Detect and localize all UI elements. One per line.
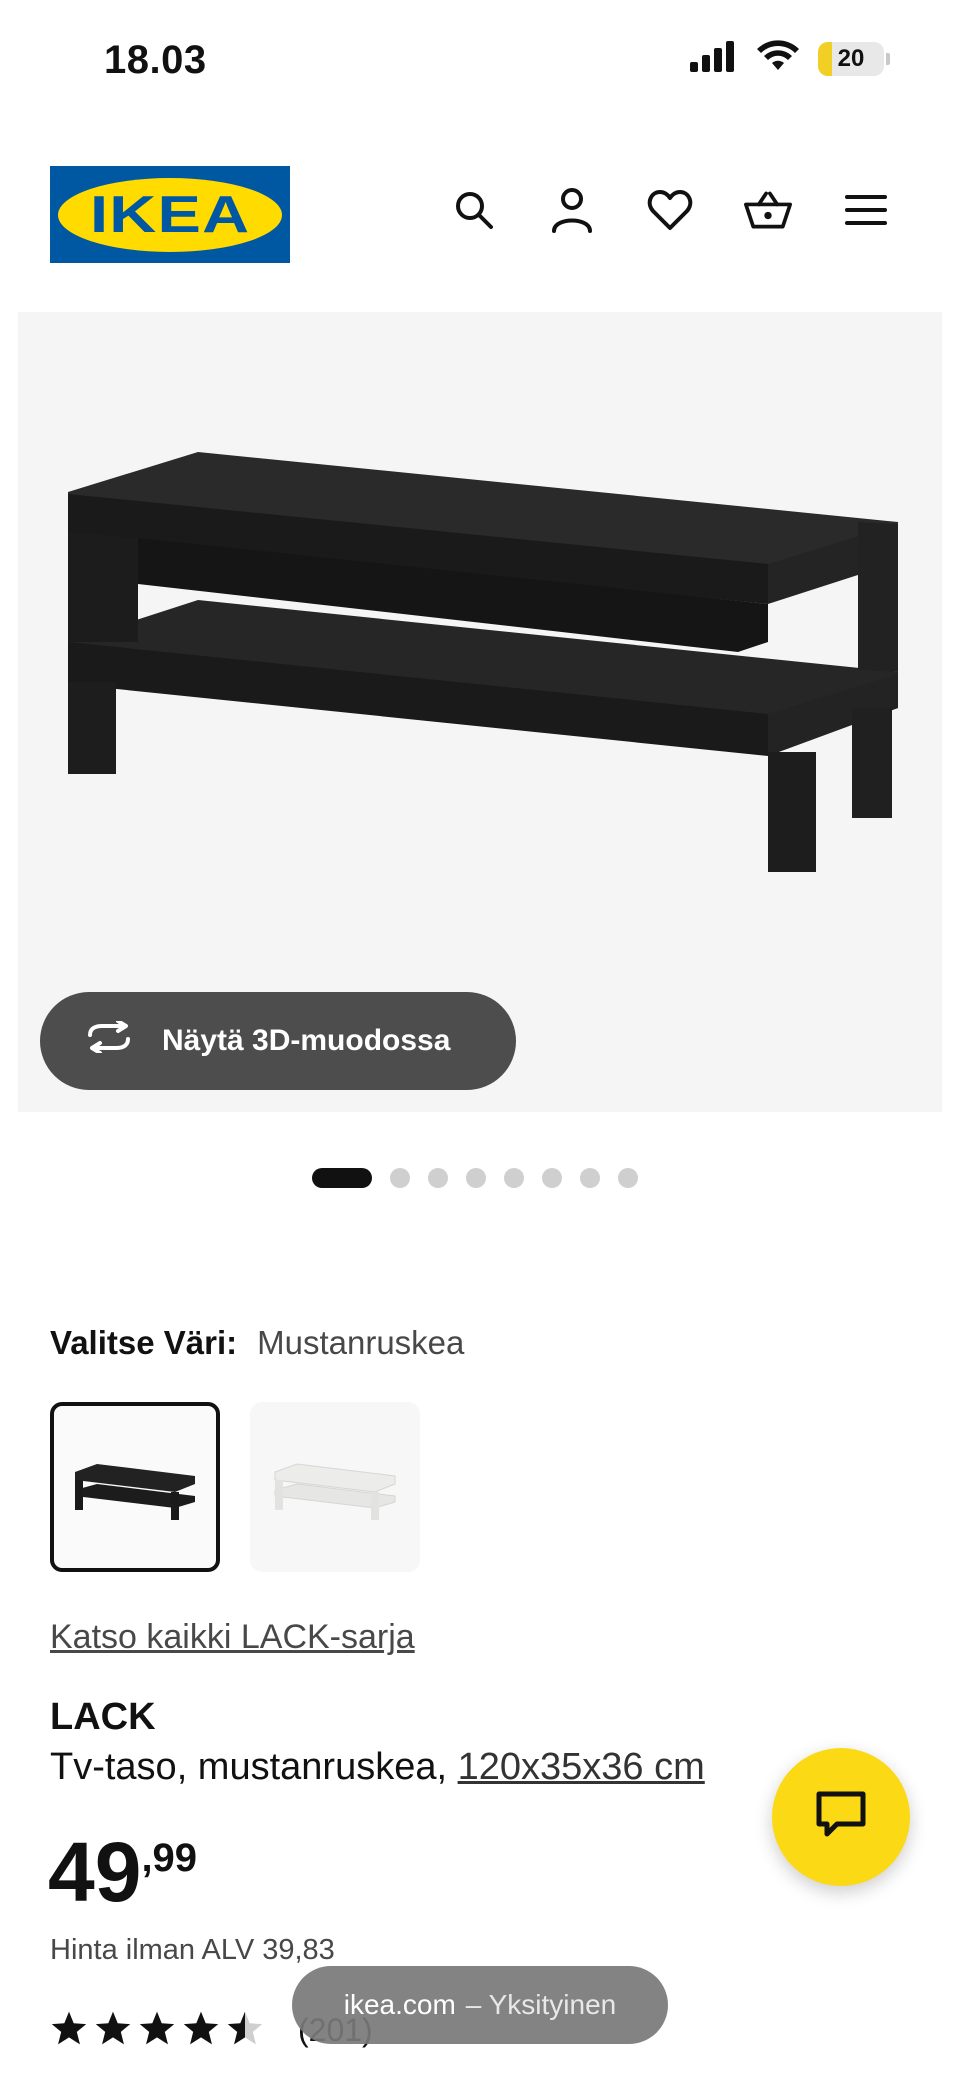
product-page: 18.03 20 IKEA Näytä 3D-muodossa Valitse … — [0, 0, 960, 2078]
wifi-icon — [756, 40, 800, 77]
pager-dot[interactable] — [618, 1168, 638, 1188]
star-icon — [94, 2010, 132, 2051]
view-3d-label: Näytä 3D-muodossa — [162, 1024, 451, 1057]
color-select-label: Valitse Väri: — [50, 1324, 238, 1361]
basket-icon[interactable] — [744, 186, 792, 234]
series-link[interactable]: Katso kaikki LACK-sarja — [50, 1618, 415, 1657]
star-icon — [138, 2010, 176, 2051]
star-icon — [50, 2010, 88, 2051]
browser-address-pill[interactable]: ikea.com – Yksityinen — [292, 1966, 668, 2044]
price-without-vat: Hinta ilman ALV 39,83 — [50, 1934, 335, 1966]
battery-icon: 20 — [818, 41, 890, 76]
image-pager — [312, 1168, 638, 1188]
logo-text: IKEA — [89, 185, 251, 244]
status-indicators: 20 — [688, 40, 890, 77]
chat-icon — [815, 1790, 867, 1845]
swatch-black-brown[interactable] — [50, 1402, 220, 1572]
product-description: Tv-taso, mustanruskea, 120x35x36 cm — [50, 1746, 705, 1789]
price-integer: 49 — [48, 1825, 142, 1919]
swatch-thumbnail — [75, 1464, 195, 1520]
product-dimensions-link[interactable]: 120x35x36 cm — [458, 1746, 705, 1788]
status-time: 18.03 — [104, 38, 207, 82]
pager-dot[interactable] — [580, 1168, 600, 1188]
swatch-thumbnail — [274, 1463, 396, 1520]
signal-icon — [688, 40, 738, 77]
color-select-value: Mustanruskea — [257, 1324, 465, 1361]
browser-domain: ikea.com — [343, 1989, 456, 2020]
price-decimal: ,99 — [141, 1836, 198, 1880]
pager-dot[interactable] — [390, 1168, 410, 1188]
product-name: LACK — [50, 1696, 156, 1738]
ikea-logo[interactable]: IKEA — [50, 166, 290, 263]
pager-dot[interactable] — [504, 1168, 524, 1188]
star-icon — [182, 2010, 220, 2051]
rotate-3d-icon — [84, 1019, 134, 1061]
pager-dot[interactable] — [466, 1168, 486, 1188]
heart-icon[interactable] — [646, 186, 694, 234]
color-swatches — [50, 1402, 420, 1572]
search-icon[interactable] — [450, 186, 498, 234]
chat-button[interactable] — [772, 1748, 910, 1886]
product-description-text: Tv-taso, mustanruskea, — [50, 1746, 448, 1788]
menu-icon[interactable] — [842, 186, 890, 234]
header-actions — [450, 186, 890, 234]
swatch-white[interactable] — [250, 1402, 420, 1572]
star-half-icon — [226, 2010, 264, 2051]
view-3d-button[interactable]: Näytä 3D-muodossa — [40, 992, 516, 1090]
battery-level: 20 — [837, 44, 865, 72]
browser-private-mode: – Yksityinen — [465, 1989, 617, 2020]
pager-dot[interactable] — [312, 1168, 372, 1188]
product-price: 49 ,99 — [48, 1830, 197, 1914]
pager-dot[interactable] — [428, 1168, 448, 1188]
pager-dot[interactable] — [542, 1168, 562, 1188]
profile-icon[interactable] — [548, 186, 596, 234]
color-select-row: Valitse Väri: Mustanruskea — [50, 1324, 464, 1362]
product-image[interactable]: Näytä 3D-muodossa — [18, 312, 942, 1112]
